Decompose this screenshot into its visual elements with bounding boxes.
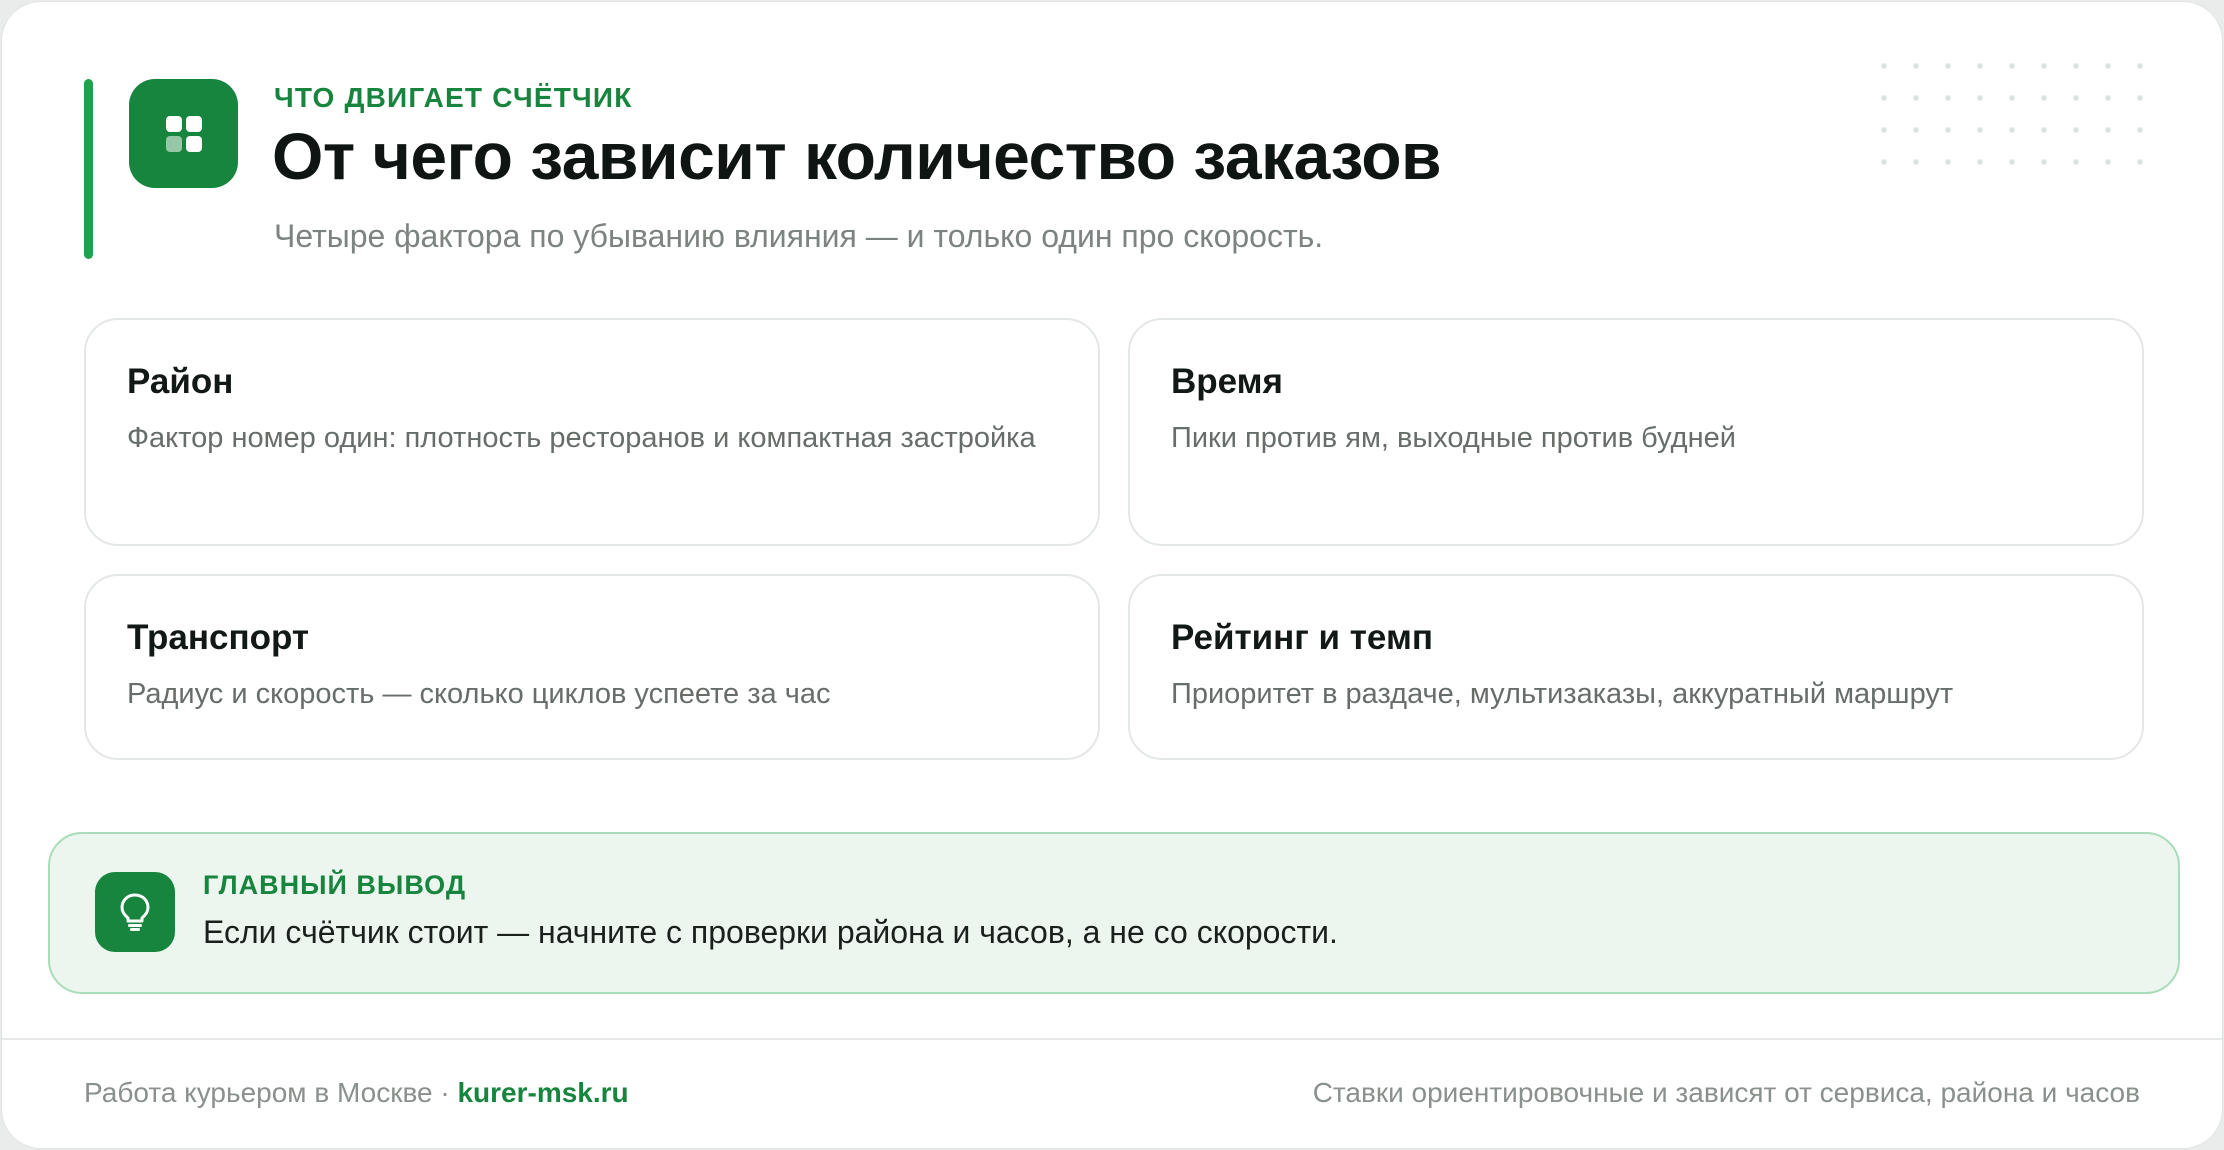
takeaway-text: Если счётчик стоит — начните с проверки … [203, 914, 1338, 950]
takeaway-label: ГЛАВНЫЙ ВЫВОД [203, 870, 467, 900]
factor-description: Пики против ям, выходные против будней [1171, 422, 1736, 454]
footer-credit-text: Работа курьером в Москве · [84, 1077, 458, 1108]
footer-credit: Работа курьером в Москве · kurer-msk.ru [84, 1077, 629, 1109]
factor-description: Приоритет в раздаче, мультизаказы, аккур… [1171, 678, 1954, 710]
factor-title: Время [1171, 362, 1283, 401]
page-subtitle: Четыре фактора по убыванию влияния — и т… [274, 218, 1324, 254]
factor-title: Рейтинг и темп [1171, 618, 1433, 657]
footer-divider [2, 1038, 2222, 1040]
lightbulb-icon [95, 872, 175, 952]
header-eyebrow: ЧТО ДВИГАЕТ СЧЁТЧИК [274, 82, 633, 113]
factor-title: Транспорт [127, 618, 310, 657]
factor-card-transport: Транспорт Радиус и скорость — сколько ци… [84, 574, 1100, 760]
decorative-dot-grid [1868, 50, 2168, 190]
factor-title: Район [127, 362, 234, 401]
footer-site-link[interactable]: kurer-msk.ru [457, 1077, 628, 1108]
page-title: От чего зависит количество заказов [272, 119, 1442, 193]
infographic-card: ЧТО ДВИГАЕТ СЧЁТЧИК От чего зависит коли… [1, 1, 2223, 1149]
footer-disclaimer: Ставки ориентировочные и зависят от серв… [1312, 1077, 2140, 1108]
factor-card-time: Время Пики против ям, выходные против бу… [1128, 318, 2144, 546]
factor-card-district: Район Фактор номер один: плотность ресто… [84, 318, 1100, 546]
factor-card-rating: Рейтинг и темп Приоритет в раздаче, муль… [1128, 574, 2144, 760]
factor-description: Фактор номер один: плотность ресторанов … [127, 422, 1036, 454]
takeaway-box: ГЛАВНЫЙ ВЫВОД Если счётчик стоит — начни… [48, 832, 2180, 994]
header-accent-bar [84, 79, 93, 259]
factor-description: Радиус и скорость — сколько циклов успее… [127, 678, 831, 710]
grid-icon [129, 79, 238, 188]
